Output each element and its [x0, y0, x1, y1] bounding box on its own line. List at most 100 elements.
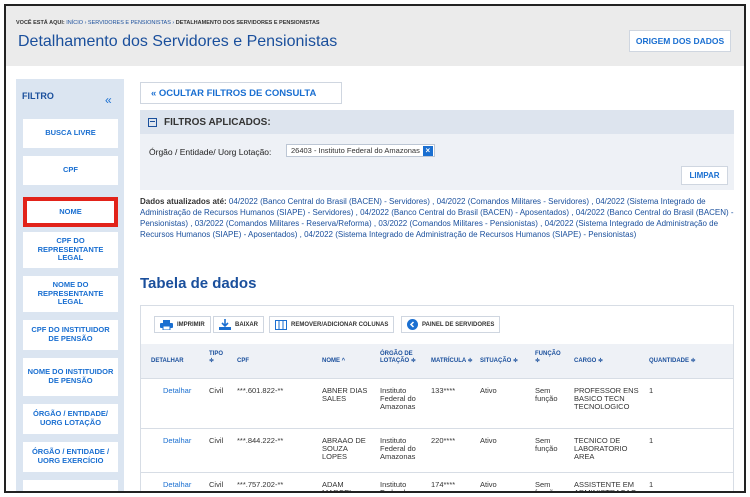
remove-filter-icon[interactable]: × [422, 145, 433, 156]
applied-filters-header[interactable]: FILTROS APLICADOS: [140, 110, 734, 134]
origin-data-button[interactable]: ORIGEM DOS DADOS [629, 30, 731, 52]
col-quantidade[interactable]: QUANTIDADE ≑ [649, 358, 696, 365]
page-header: VOCÊ ESTÁ AQUI: INÍCIO › SERVIDORES E PE… [6, 6, 744, 66]
download-label: BAIXAR [235, 321, 259, 328]
cell-tipo: Civil [209, 436, 224, 445]
cell-matricula: 174**** [431, 480, 456, 489]
breadcrumb-path[interactable]: INÍCIO › SERVIDORES E PENSIONISTAS › [66, 20, 174, 26]
sidebar-item-orgao-lotacao[interactable]: ÓRGÃO / ENTIDADE/ UORG LOTAÇÃO [23, 404, 118, 434]
cell-matricula: 220**** [431, 436, 456, 445]
sidebar-item-label: NOME DO INSTITUIDOR DE PENSÃO [27, 367, 114, 385]
sidebar-item-label: NOME DO REPRESENTANTE LEGAL [37, 280, 104, 307]
cell-matricula: 133**** [431, 386, 456, 395]
cell-funcao: Sem função [535, 480, 558, 493]
servers-panel-label: PAINEL DE SERVIDORES [422, 321, 495, 328]
sidebar-item-cpf-representante[interactable]: CPF DO REPRESENTANTE LEGAL [23, 232, 118, 268]
table-title: Tabela de dados [140, 275, 257, 292]
printer-icon [160, 319, 173, 330]
cell-funcao: Sem função [535, 386, 558, 403]
cell-cargo: TECNICO DE LABORATORIO AREA [574, 436, 628, 461]
columns-label: REMOVER/ADICIONAR COLUNAS [291, 321, 389, 328]
col-detalhar: DETALHAR [151, 358, 184, 364]
cell-funcao: Sem função [535, 436, 558, 453]
sidebar-item-cpf-instituidor[interactable]: CPF DO INSTITUIDOR DE PENSÃO [23, 320, 118, 350]
data-table-panel: IMPRIMIR BAIXAR REMOVER/ADICIONAR COLUNA… [140, 305, 734, 493]
data-updated-info: Dados atualizados até: 04/2022 (Banco Ce… [140, 196, 736, 240]
col-funcao-label: FUNÇÃO [535, 351, 561, 357]
cell-quantidade: 1 [649, 436, 654, 445]
col-tipo[interactable]: TIPO ≑ [209, 351, 229, 365]
updated-text: 04/2022 (Banco Central do Brasil (BACEN)… [140, 197, 734, 239]
cell-cargo: PROFESSOR ENS BASICO TECN TECNOLOGICO [574, 386, 639, 411]
cell-cpf: ***.757.202-** [237, 480, 284, 489]
sidebar-item-nome[interactable]: NOME [23, 197, 118, 227]
updated-label: Dados atualizados até: [140, 197, 227, 206]
sidebar-item-busca-livre[interactable]: BUSCA LIVRE [23, 119, 118, 148]
servers-panel-button[interactable]: PAINEL DE SERVIDORES [401, 316, 501, 333]
table-row: Detalhar Civil ***.844.222-** ABRAAO DE … [141, 428, 733, 472]
cell-cpf: ***.601.822-** [237, 386, 284, 395]
col-situacao[interactable]: SITUAÇÃO ≑ [480, 358, 518, 365]
app-frame: VOCÊ ESTÁ AQUI: INÍCIO › SERVIDORES E PE… [4, 4, 746, 493]
cell-quantidade: 1 [649, 480, 654, 489]
clear-filters-button[interactable]: LIMPAR [681, 166, 728, 185]
sidebar-item-label: CPF [63, 165, 78, 175]
sidebar-item-label: ÓRGÃO / ENTIDADE / UORG EXERCÍCIO [31, 447, 110, 465]
cell-quantidade: 1 [649, 386, 654, 395]
table-header: DETALHAR TIPO ≑ CPF NOME ^ ÓRGÃO DE LOTAÇ… [141, 344, 733, 378]
col-cargo[interactable]: CARGO ≑ [574, 358, 603, 365]
col-tipo-label: TIPO [209, 351, 224, 357]
filter-label: Órgão / Entidade/ Uorg Lotação: [149, 147, 272, 157]
double-chevron-left-icon[interactable]: « [105, 94, 112, 106]
sidebar-item-label: NOME [59, 206, 82, 216]
applied-filters-title: FILTROS APLICADOS: [164, 116, 271, 128]
cell-cargo: ASSISTENTE EM ADMINISTRACAO [574, 480, 637, 493]
page-title: Detalhamento dos Servidores e Pensionist… [18, 33, 338, 50]
columns-icon [275, 319, 287, 330]
sidebar-item-more[interactable] [23, 480, 118, 491]
cell-tipo: Civil [209, 386, 224, 395]
detail-link[interactable]: Detalhar [163, 481, 191, 489]
filter-chip: 26403 - Instituto Federal do Amazonas × [286, 144, 435, 157]
sidebar-item-label: ÓRGÃO / ENTIDADE/ UORG LOTAÇÃO [32, 409, 108, 427]
col-cpf[interactable]: CPF [237, 358, 249, 365]
breadcrumb-prefix: VOCÊ ESTÁ AQUI: [16, 20, 65, 26]
col-matricula[interactable]: MATRÍCULA ≑ [431, 358, 473, 365]
cell-nome: ADAM MARCEL [322, 480, 354, 493]
print-label: IMPRIMIR [177, 321, 205, 328]
table-row: Detalhar Civil ***.601.822-** ABNER DIAS… [141, 378, 733, 428]
cell-orgao: Instituto Federal do Amazonas [380, 386, 416, 411]
sidebar-item-nome-instituidor[interactable]: NOME DO INSTITUIDOR DE PENSÃO [23, 358, 118, 396]
col-funcao[interactable]: FUNÇÃO ≑ [535, 351, 563, 365]
download-button[interactable]: BAIXAR [213, 316, 265, 333]
sidebar-title: FILTRO [22, 91, 54, 101]
breadcrumb-current: DETALHAMENTO DOS SERVIDORES E PENSIONIST… [175, 20, 320, 26]
col-nome[interactable]: NOME ^ [322, 358, 345, 365]
detail-link[interactable]: Detalhar [163, 387, 191, 395]
breadcrumb: VOCÊ ESTÁ AQUI: INÍCIO › SERVIDORES E PE… [16, 20, 320, 26]
cell-nome: ABNER DIAS SALES [322, 386, 368, 403]
sidebar-item-cpf[interactable]: CPF [23, 156, 118, 185]
col-orgao[interactable]: ÓRGÃO DE LOTAÇÃO ≑ [380, 351, 424, 365]
arrow-circle-icon [407, 319, 418, 330]
cell-tipo: Civil [209, 480, 224, 489]
hide-filters-button[interactable]: « OCULTAR FILTROS DE CONSULTA [140, 82, 342, 104]
applied-filters-panel: FILTROS APLICADOS: Órgão / Entidade/ Uor… [140, 110, 734, 190]
sort-icon: ≑ [209, 358, 215, 365]
print-button[interactable]: IMPRIMIR [154, 316, 211, 333]
sidebar-item-label: CPF DO INSTITUIDOR DE PENSÃO [31, 325, 110, 343]
cell-orgao: Instituto Federal do Amazonas [380, 436, 416, 461]
detail-link[interactable]: Detalhar [163, 437, 191, 445]
cell-situacao: Ativo [480, 386, 497, 395]
sidebar-item-label: BUSCA LIVRE [45, 128, 96, 138]
cell-orgao: Instituto Federal [380, 480, 407, 493]
cell-cpf: ***.844.222-** [237, 436, 284, 445]
sort-icon: ≑ [535, 358, 541, 365]
sidebar-item-label: CPF DO REPRESENTANTE LEGAL [37, 236, 104, 263]
cell-situacao: Ativo [480, 436, 497, 445]
sidebar-item-nome-representante[interactable]: NOME DO REPRESENTANTE LEGAL [23, 276, 118, 312]
table-row: Detalhar Civil ***.757.202-** ADAM MARCE… [141, 472, 733, 493]
filter-sidebar: FILTRO « BUSCA LIVRE CPF NOME CPF DO REP… [16, 79, 124, 491]
sidebar-item-orgao-exercicio[interactable]: ÓRGÃO / ENTIDADE / UORG EXERCÍCIO [23, 442, 118, 472]
toggle-columns-button[interactable]: REMOVER/ADICIONAR COLUNAS [269, 316, 395, 333]
